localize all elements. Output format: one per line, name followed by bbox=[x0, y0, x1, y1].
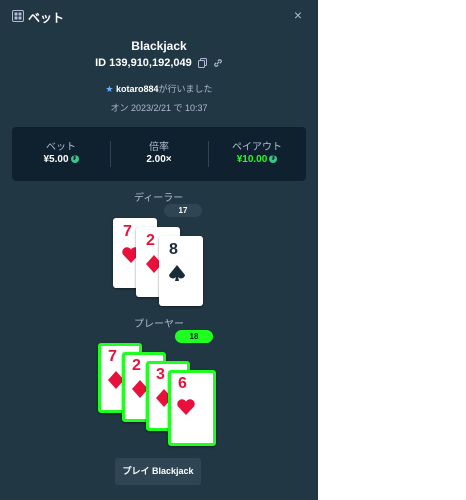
panel-title: ベット bbox=[28, 11, 65, 25]
heart-icon bbox=[177, 399, 195, 415]
copy-icon[interactable] bbox=[197, 58, 207, 69]
dealer-total-badge: 17 bbox=[164, 204, 202, 217]
stat-multiplier: 倍率 2.00× bbox=[110, 127, 208, 181]
close-icon[interactable]: × bbox=[294, 8, 302, 22]
card-rank: 8 bbox=[169, 241, 178, 258]
bet-stats: ベット ¥5.00 ₮ 倍率 2.00× ペイアウト ¥10.00 ₮ bbox=[12, 127, 306, 181]
stat-payout-value: ¥10.00 bbox=[236, 154, 268, 165]
bet-date: オン 2023/2/21 で 10:37 bbox=[110, 103, 208, 113]
stat-multiplier-value: 2.00× bbox=[146, 154, 172, 165]
spade-icon bbox=[169, 265, 185, 281]
card-rank: 2 bbox=[146, 232, 155, 249]
player-label: プレーヤー bbox=[134, 319, 184, 330]
stat-bet-value: ¥5.00 bbox=[43, 154, 69, 165]
card-rank: 6 bbox=[178, 375, 187, 392]
stat-payout-label: ペイアウト bbox=[232, 142, 282, 153]
username[interactable]: kotaro884 bbox=[116, 84, 159, 94]
card-rank: 7 bbox=[123, 223, 132, 240]
card-rank: 7 bbox=[108, 348, 117, 365]
stat-bet-value-row: ¥5.00 ₮ bbox=[12, 154, 110, 165]
currency-coin-icon: ₮ bbox=[269, 155, 278, 164]
panel-header: ベット × bbox=[0, 0, 318, 32]
player-card-4: 6 bbox=[168, 370, 216, 446]
bet-slip-icon bbox=[12, 10, 24, 22]
link-icon[interactable] bbox=[213, 58, 223, 68]
stat-bet: ベット ¥5.00 ₮ bbox=[12, 127, 110, 181]
star-icon: ★ bbox=[105, 84, 114, 94]
dealer-label: ディーラー bbox=[134, 193, 184, 204]
placed-by-row: ★ kotaro884が行いました bbox=[0, 82, 318, 95]
stat-bet-label: ベット bbox=[46, 142, 76, 153]
dealer-card-3: 8 bbox=[159, 236, 203, 306]
stat-multiplier-label: 倍率 bbox=[149, 142, 169, 153]
currency-coin-icon: ₮ bbox=[70, 155, 79, 164]
play-blackjack-button[interactable]: プレイ Blackjack bbox=[115, 458, 201, 485]
bet-details-panel: ベット × Blackjack ID 139,910,192,049 ★ kot… bbox=[0, 0, 318, 500]
bet-id: ID 139,910,192,049 bbox=[95, 57, 192, 69]
player-total-badge: 18 bbox=[175, 330, 213, 343]
stat-payout: ペイアウト ¥10.00 ₮ bbox=[208, 127, 306, 181]
card-rank: 2 bbox=[132, 357, 141, 374]
card-rank: 3 bbox=[156, 366, 165, 383]
stat-payout-value-row: ¥10.00 ₮ bbox=[208, 154, 306, 165]
bet-id-row: ID 139,910,192,049 bbox=[0, 57, 318, 69]
placed-by-suffix: が行いました bbox=[158, 84, 213, 94]
game-name: Blackjack bbox=[131, 39, 187, 53]
